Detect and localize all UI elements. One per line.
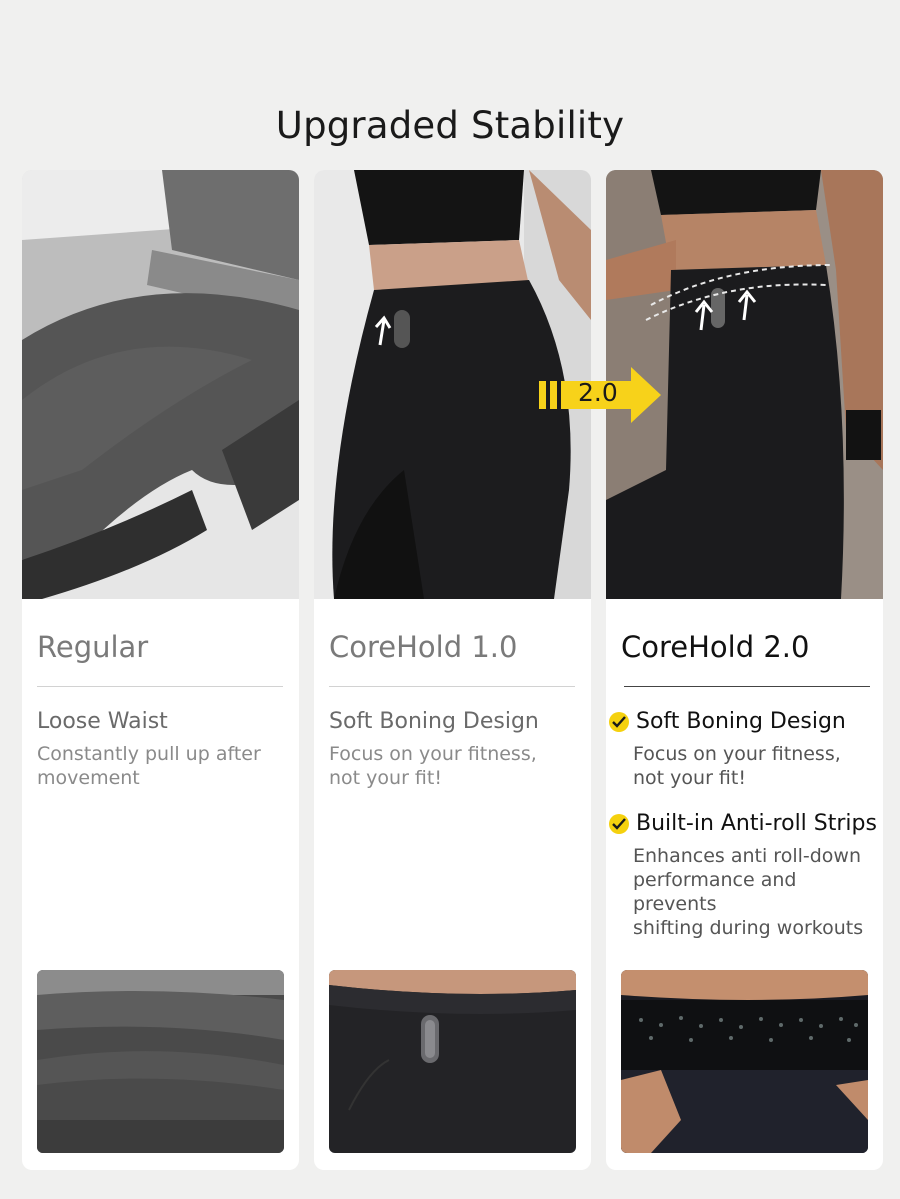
- feature-heading: Soft Boning Design: [329, 709, 539, 734]
- column-title: CoreHold 2.0: [621, 630, 810, 664]
- feature-description-line: not your fit!: [633, 767, 746, 789]
- corehold-1-waistband-closeup-photo: [329, 970, 576, 1153]
- feature-description: Constantly pull up after movement: [37, 742, 287, 790]
- comparison-card-corehold-1: CoreHold 1.0 Soft Boning Design Focus on…: [314, 170, 591, 1170]
- corehold-2-anti-roll-strip-closeup-photo: [621, 970, 868, 1153]
- feature-description-line: Focus on your fitness,: [329, 743, 537, 765]
- feature-description-line: not your fit!: [329, 767, 442, 789]
- check-circle-icon: [609, 814, 629, 834]
- check-circle-icon: [609, 712, 629, 732]
- feature-description-line: performance and prevents: [633, 869, 797, 915]
- comparison-card-regular: Regular Loose Waist Constantly pull up a…: [22, 170, 299, 1170]
- divider: [329, 686, 575, 687]
- feature-heading: Built-in Anti-roll Strips: [636, 811, 877, 836]
- feature-description-line: Focus on your fitness,: [633, 743, 841, 765]
- feature-block: Soft Boning Design Focus on your fitness…: [606, 708, 856, 790]
- column-title: CoreHold 1.0: [329, 630, 518, 664]
- feature-heading: Loose Waist: [37, 709, 168, 734]
- page-title: Upgraded Stability: [275, 104, 625, 147]
- feature-heading-row: Built-in Anti-roll Strips: [606, 810, 883, 838]
- feature-description: Focus on your fitness, not your fit!: [329, 742, 579, 790]
- divider: [37, 686, 283, 687]
- feature-description-line: Enhances anti roll-down: [633, 845, 861, 867]
- comparison-card-corehold-2: CoreHold 2.0 Soft Boning Design Focus on…: [606, 170, 883, 1170]
- feature-description: Focus on your fitness, not your fit!: [606, 742, 856, 790]
- divider: [624, 686, 870, 687]
- feature-heading-row: Soft Boning Design: [606, 708, 856, 736]
- feature-block: Loose Waist Constantly pull up after mov…: [37, 708, 287, 790]
- feature-description-line: movement: [37, 767, 140, 789]
- feature-description-line: shifting during workouts: [633, 917, 864, 939]
- version-badge-label: 2.0: [578, 378, 618, 407]
- feature-description-line: Constantly pull up after: [37, 743, 261, 765]
- feature-heading: Soft Boning Design: [636, 709, 846, 734]
- feature-block: Soft Boning Design Focus on your fitness…: [329, 708, 579, 790]
- feature-block: Built-in Anti-roll Strips Enhances anti …: [606, 810, 883, 940]
- regular-leggings-photo: [22, 170, 299, 599]
- feature-description: Enhances anti roll-down performance and …: [606, 844, 883, 940]
- regular-waistband-closeup-photo: [37, 970, 284, 1153]
- column-title: Regular: [37, 630, 149, 664]
